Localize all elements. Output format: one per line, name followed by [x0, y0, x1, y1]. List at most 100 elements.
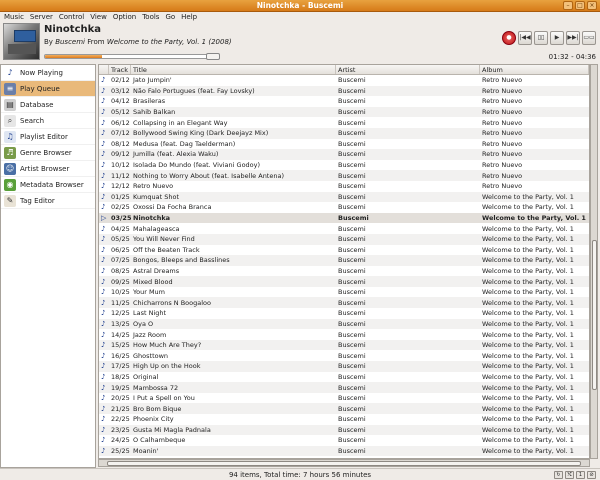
close-icon[interactable]: × [587, 1, 597, 10]
table-row[interactable]: ♪ 25/25 Moanin' Buscemi Welcome to the Party… [99, 445, 589, 457]
table-row[interactable]: ♪ 07/12 Bollywood Swing King (Dark Deejayz… [99, 127, 589, 139]
table-row[interactable]: ♪ 23/25 Gusta Mi Magla Padnala Buscemi Welco… [99, 424, 589, 436]
table-row[interactable]: ♪ 10/25 Your Mum Buscemi Welcome to the Part… [99, 287, 589, 298]
table-row[interactable]: ♪ 03/12 Não Falo Portugues (feat. Fay Lovs… [99, 85, 589, 97]
table-row[interactable]: ♪ 24/25 O Calhambeque Buscemi Welcome to the… [99, 435, 589, 446]
minimize-icon[interactable]: – [563, 1, 573, 10]
cell-album: Retro Nuevo [482, 86, 523, 95]
menu-tools[interactable]: Tools [141, 12, 164, 23]
horizontal-scrollbar[interactable] [98, 459, 590, 467]
vertical-scrollbar[interactable] [590, 64, 598, 459]
table-row[interactable]: ♪ 08/25 Astral Dreams Buscemi Welcome to the… [99, 266, 589, 277]
cell-title: Retro Nuevo [133, 182, 174, 191]
table-row[interactable]: ♪ 06/12 Collapsing in an Elegant Way Buscem… [99, 117, 589, 128]
cell-album: Welcome to the Party, Vol. 1 [482, 362, 574, 371]
cell-artist: Buscemi [338, 447, 366, 456]
table-row[interactable]: ♪ 05/25 You Will Never Find Buscemi Welcome … [99, 233, 589, 245]
next-icon[interactable]: ▶▶| [566, 31, 580, 45]
table-row[interactable]: ♪ 09/12 Jumilla (feat. Alexia Waku) Buscemi… [99, 149, 589, 160]
maximize-icon[interactable]: □ [575, 1, 585, 10]
cell-artist: Buscemi [338, 150, 366, 159]
table-row[interactable]: ♪ 02/25 Oxossi Da Focha Branca Buscemi Welco… [99, 202, 589, 213]
music-note-icon: ♪ [101, 171, 106, 180]
column-album[interactable]: Album [480, 65, 589, 74]
column-track[interactable]: Track [109, 65, 131, 74]
table-row[interactable]: ♪ 11/12 Nothing to Worry About (feat. Isab… [99, 170, 589, 181]
sidebar-item-search[interactable]: ⌕ Search [1, 113, 95, 129]
cell-title: Collapsing in an Elegant Way [133, 118, 228, 127]
sidebar-item-label: Artist Browser [20, 164, 70, 173]
table-row[interactable]: ♪ 11/25 Chicharrons N Boogaloo Buscemi Welco… [99, 297, 589, 309]
column-title[interactable]: Title [131, 65, 336, 74]
table-row[interactable]: ♪ 12/25 Last Night Buscemi Welcome to the Pa… [99, 308, 589, 319]
song-title: Ninotchka [44, 24, 102, 35]
sidebar-item-now-playing[interactable]: ♪ Now Playing [1, 65, 95, 81]
table-row[interactable]: ♪ 04/25 Mahalageasca Buscemi Welcome to the … [99, 223, 589, 234]
cell-artist: Buscemi [338, 288, 366, 297]
column-icon[interactable] [99, 65, 109, 74]
table-row[interactable]: ♪ 14/25 Jazz Room Buscemi Welcome to the Par… [99, 329, 589, 340]
menu-option[interactable]: Option [112, 12, 141, 23]
menu-control[interactable]: Control [58, 12, 89, 23]
table-row[interactable]: ♪ 06/25 Off the Beaten Track Buscemi Welcome… [99, 245, 589, 256]
stop-icon[interactable]: ● [502, 31, 516, 45]
cell-title: Bro Bom Bique [133, 404, 182, 413]
sidebar-item-playlist-editor[interactable]: ♫ Playlist Editor [1, 129, 95, 145]
table-row[interactable]: ♪ 19/25 Mambossa 72 Buscemi Welcome to the P… [99, 382, 589, 393]
sidebar-item-genre-browser[interactable]: ♬ Genre Browser [1, 145, 95, 161]
menu-music[interactable]: Music [3, 12, 29, 23]
consume-icon[interactable]: ⊘ [587, 471, 596, 479]
table-row[interactable]: ♪ 12/12 Retro Nuevo Buscemi Retro Nuevo [99, 181, 589, 192]
table-row[interactable]: ♪ 17/25 High Up on the Hook Buscemi Welcome … [99, 361, 589, 372]
cell-track: 02/12 [111, 76, 130, 85]
pause-icon[interactable]: ▯▯ [534, 31, 548, 45]
table-row[interactable]: ♪ 10/12 Isolada Do Mundo (feat. Viviani Go… [99, 160, 589, 171]
table-row[interactable]: ♪ 07/25 Bongos, Bleeps and Basslines Buscem… [99, 255, 589, 266]
horizontal-scroll-thumb[interactable] [107, 461, 581, 466]
prev-icon[interactable]: |◀◀ [518, 31, 532, 45]
cell-artist: Buscemi [338, 97, 366, 106]
table-row[interactable]: ♪ 20/25 I Put a Spell on You Buscemi Welcome… [99, 393, 589, 404]
sidebar: ♪ Now Playing ≡ Play Queue ▤ Database ⌕ Search ♫… [0, 64, 96, 468]
menu-view[interactable]: View [89, 12, 112, 23]
menu-go[interactable]: Go [164, 12, 180, 23]
cell-album: Retro Nuevo [482, 182, 523, 191]
table-row[interactable]: ♪ 16/25 Ghosttown Buscemi Welcome to the Par… [99, 350, 589, 361]
volume-icon[interactable]: ▭▭ [582, 31, 596, 45]
column-artist[interactable]: Artist [336, 65, 480, 74]
table-row[interactable]: ♪ 13/25 Oya O Buscemi Welcome to the Party, … [99, 318, 589, 330]
table-row[interactable]: ♪ 05/12 Sahib Balkan Buscemi Retro Nuevo [99, 106, 589, 118]
progress-bar[interactable] [44, 54, 220, 59]
menu-help[interactable]: Help [180, 12, 202, 23]
cell-album: Retro Nuevo [482, 108, 523, 117]
sidebar-item-metadata-browser[interactable]: ◉ Metadata Browser [1, 177, 95, 193]
table-row[interactable]: ♪ 08/12 Medusa (feat. Dag Taelderman) Busce… [99, 139, 589, 150]
vertical-scroll-thumb[interactable] [592, 240, 597, 390]
table-row-current[interactable]: ▷ 03/25 Ninotchka Buscemi Welcome to the Par… [99, 212, 589, 224]
table-row[interactable]: ♪ 04/12 Brasileras Buscemi Retro Nuevo [99, 96, 589, 107]
cell-title: Brasileras [133, 97, 166, 106]
table-row[interactable]: ♪ 22/25 Phoenix City Buscemi Welcome to the … [99, 414, 589, 425]
sidebar-item-database[interactable]: ▤ Database [1, 97, 95, 113]
cell-track: 22/25 [111, 415, 130, 424]
single-icon[interactable]: 1 [576, 471, 585, 479]
random-icon[interactable]: ⤭ [565, 471, 574, 479]
progress-handle[interactable] [206, 53, 220, 60]
music-note-icon: ♪ [101, 319, 106, 328]
menu-server[interactable]: Server [29, 12, 58, 23]
sidebar-item-tag-editor[interactable]: ✎ Tag Editor [1, 193, 95, 209]
cell-artist: Buscemi [338, 76, 366, 85]
repeat-icon[interactable]: ↻ [554, 471, 563, 479]
cell-album: Retro Nuevo [482, 97, 523, 106]
table-row[interactable]: ♪ 21/25 Bro Bom Bique Buscemi Welcome to the… [99, 403, 589, 414]
table-row[interactable]: ♪ 09/25 Mixed Blood Buscemi Welcome to the P… [99, 276, 589, 287]
cell-title: Bongos, Bleeps and Basslines [133, 256, 230, 265]
play-icon[interactable]: ▶ [550, 31, 564, 45]
music-note-icon: ♪ [101, 108, 106, 117]
table-row[interactable]: ♪ 15/25 How Much Are They? Buscemi Welcome t… [99, 339, 589, 351]
table-row[interactable]: ♪ 02/12 Jato Jumpin' Buscemi Retro Nuevo [99, 75, 589, 86]
table-row[interactable]: ♪ 18/25 Original Buscemi Welcome to the Part… [99, 372, 589, 383]
table-row[interactable]: ♪ 01/25 Kumquat Shot Buscemi Welcome to the … [99, 191, 589, 203]
sidebar-item-artist-browser[interactable]: ☺ Artist Browser [1, 161, 95, 177]
sidebar-item-play-queue[interactable]: ≡ Play Queue [1, 81, 95, 97]
